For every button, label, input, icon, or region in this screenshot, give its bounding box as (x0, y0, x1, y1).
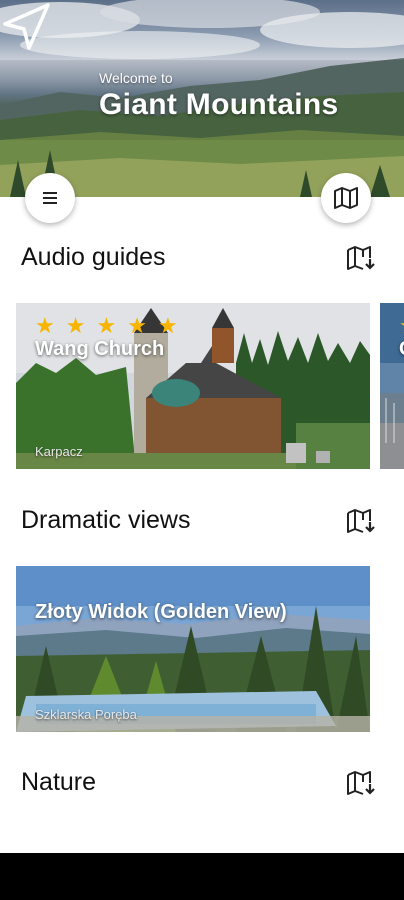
section-title-dramatic-views: Dramatic views (21, 506, 191, 534)
map-download-icon[interactable] (346, 245, 378, 273)
welcome-text: Welcome to (99, 70, 173, 86)
navigation-arrow-icon (3, 3, 50, 50)
star-icon: ★ (96, 313, 117, 338)
system-navigation-bar (0, 853, 404, 900)
map-icon (334, 187, 358, 209)
map-download-icon[interactable] (346, 508, 378, 536)
card-wang-church[interactable]: ★ ★ ★ ★ ★ Wang Church Karpacz (16, 303, 370, 469)
card-title: Złoty Widok (Golden View) (35, 601, 287, 623)
card-title: Wang Church (35, 338, 165, 360)
card-partial[interactable]: ★ C (380, 303, 404, 469)
menu-button[interactable] (25, 173, 75, 223)
section-title-nature: Nature (21, 768, 97, 796)
header-hero: Welcome to Giant Mountains (0, 0, 404, 197)
card-title: C (399, 338, 404, 361)
card-location: Karpacz (35, 444, 83, 459)
menu-icon (43, 192, 57, 204)
star-icon: ★ (35, 313, 55, 338)
map-button[interactable] (321, 173, 371, 223)
card-zloty-widok[interactable]: Złoty Widok (Golden View) Szklarska Porę… (16, 566, 370, 732)
star-icon: ★ (399, 315, 404, 337)
card-location: Szklarska Poręba (35, 707, 137, 722)
page-title: Giant Mountains (99, 88, 339, 121)
star-icon: ★ (127, 313, 147, 338)
rating-stars: ★ ★ ★ ★ ★ (35, 315, 178, 337)
map-download-icon[interactable] (346, 770, 378, 798)
star-icon: ★ (157, 313, 178, 338)
section-title-audio-guides: Audio guides (21, 243, 166, 271)
star-icon: ★ (65, 313, 86, 338)
